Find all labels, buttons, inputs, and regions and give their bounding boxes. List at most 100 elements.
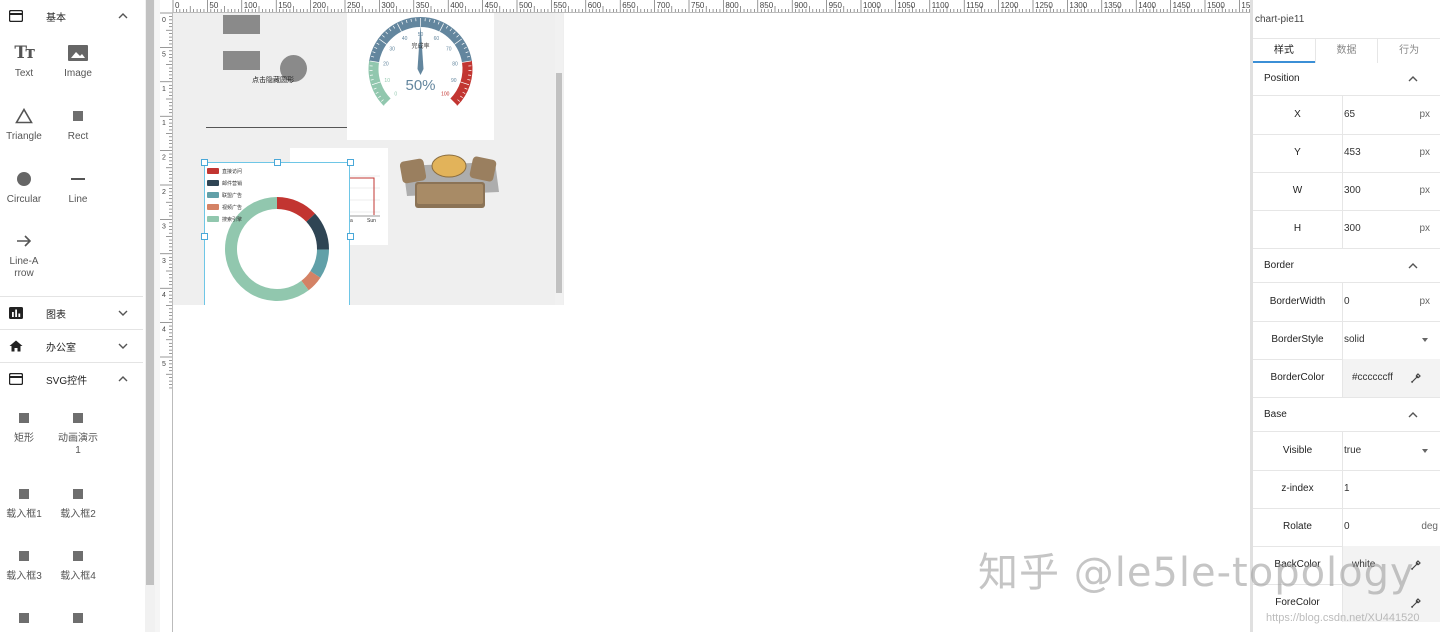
line-shape[interactable] — [206, 127, 347, 128]
resize-handle[interactable] — [201, 159, 208, 166]
group-office-header[interactable]: 办公室 — [0, 330, 143, 362]
tool-label: 矩形 — [14, 433, 34, 444]
eyedropper-icon[interactable] — [1410, 372, 1422, 384]
eyedropper-icon[interactable] — [1410, 597, 1422, 609]
palette-scrollbar[interactable] — [145, 0, 155, 632]
tool-image[interactable]: Image — [51, 42, 105, 80]
dropdown-arrow-icon[interactable] — [1422, 338, 1428, 342]
prop-unit: px — [1419, 223, 1430, 234]
height-input[interactable]: 300 — [1344, 210, 1361, 248]
tool-text[interactable]: Tт Text — [0, 42, 51, 80]
visible-select[interactable]: true — [1344, 432, 1361, 470]
tool-svg-loader2[interactable]: 载入框2 — [51, 483, 105, 521]
ruler-label: 150 — [278, 1, 292, 10]
tab-data[interactable]: 数据 — [1314, 39, 1378, 63]
prop-unit: px — [1419, 109, 1430, 120]
pie-chart[interactable]: 直接访问 邮件营销 联盟广告 视频广告 搜索引擎 — [204, 162, 350, 305]
stage-scrollbar[interactable] — [555, 13, 563, 305]
gauge-title: 完成率 — [411, 44, 430, 50]
tool-circular[interactable]: Circular — [0, 168, 51, 206]
width-input[interactable]: 300 — [1344, 172, 1361, 210]
tool-line[interactable]: Line — [51, 168, 105, 206]
scrollbar-thumb[interactable] — [556, 73, 562, 293]
ruler-label: 3 — [162, 258, 166, 265]
ruler-label: 1100 — [932, 1, 950, 10]
gauge-chart[interactable]: 0102030405060708090100 完成率 50% — [347, 13, 494, 140]
rect-icon — [0, 607, 51, 629]
section-border[interactable]: Border — [1253, 250, 1440, 283]
home-icon — [9, 340, 23, 352]
tab-behavior[interactable]: 行为 — [1377, 39, 1440, 63]
tool-svg-more1[interactable] — [0, 607, 51, 629]
click-hide-circle-label[interactable]: 点击隐藏圆形 — [252, 75, 294, 85]
scrollbar-thumb[interactable] — [146, 0, 154, 585]
legend-item[interactable]: 直接访问 — [207, 165, 242, 177]
tool-svg-more2[interactable] — [51, 607, 105, 629]
prop-row-x: X 65 px — [1253, 96, 1440, 135]
ruler-left: 0 5 1 1 2 2 3 3 4 4 5 — [160, 12, 173, 632]
prop-unit: px — [1419, 296, 1430, 307]
tool-svg-animation[interactable]: 动画演示1 — [51, 407, 105, 457]
ruler-label: 1000 — [863, 1, 881, 10]
text-icon: Tт — [14, 43, 35, 63]
legend-swatch — [207, 204, 219, 210]
border-color-input[interactable]: #ccccccff — [1352, 359, 1393, 397]
ruler-label: 4 — [162, 327, 166, 334]
dropdown-arrow-icon[interactable] — [1422, 449, 1428, 453]
group-chart-header[interactable]: 图表 — [0, 297, 143, 329]
section-title: Base — [1264, 409, 1287, 420]
group-basic-header[interactable]: 基本 — [0, 0, 143, 32]
sofa-image[interactable] — [399, 152, 503, 209]
border-width-input[interactable]: 0 — [1344, 283, 1350, 321]
prop-label: BorderWidth — [1253, 283, 1343, 321]
legend-item[interactable]: 搜索引擎 — [207, 213, 242, 225]
zindex-input[interactable]: 1 — [1344, 470, 1350, 508]
prop-row-zindex: z-index 1 — [1253, 470, 1440, 509]
legend-item[interactable]: 邮件营销 — [207, 177, 242, 189]
gauge-tick-label: 20 — [383, 62, 389, 68]
section-title: Position — [1264, 73, 1300, 84]
ruler-label: 700 — [657, 1, 671, 10]
resize-handle[interactable] — [201, 233, 208, 240]
border-style-select[interactable]: solid — [1344, 321, 1365, 359]
ruler-label: 2 — [162, 189, 166, 196]
rect-shape[interactable] — [223, 51, 260, 70]
y-input[interactable]: 453 — [1344, 134, 1361, 172]
resize-handle[interactable] — [347, 233, 354, 240]
group-svg-header[interactable]: SVG控件 — [0, 363, 143, 395]
resize-handle[interactable] — [274, 159, 281, 166]
rect-icon — [51, 105, 105, 127]
ruler-label: 1150 — [966, 1, 984, 10]
tool-svg-loader1[interactable]: 载入框1 — [0, 483, 51, 521]
tool-label: 载入框4 — [60, 571, 96, 582]
tab-style[interactable]: 样式 — [1253, 39, 1315, 63]
legend-item[interactable]: 联盟广告 — [207, 189, 242, 201]
ruler-label: 500 — [519, 1, 533, 10]
tool-triangle[interactable]: Triangle — [0, 105, 51, 143]
resize-handle[interactable] — [347, 159, 354, 166]
ruler-label: 1500 — [1207, 1, 1225, 10]
tool-line-arrow[interactable]: Line-Arrow — [0, 230, 51, 280]
x-input[interactable]: 65 — [1344, 96, 1355, 134]
ruler-label: 0 — [175, 1, 180, 10]
tool-label: Circular — [6, 194, 42, 205]
prop-label: BorderColor — [1253, 359, 1343, 397]
prop-row-y: Y 453 px — [1253, 134, 1440, 173]
tool-label: Line — [68, 194, 88, 205]
section-position[interactable]: Position — [1253, 63, 1440, 96]
tool-svg-loader3[interactable]: 载入框3 — [0, 545, 51, 583]
ruler-label: 1400 — [1138, 1, 1156, 10]
design-stage[interactable]: 点击隐藏圆形 0102030405060708090100 完成率 50% a … — [173, 13, 564, 305]
tool-svg-loader4[interactable]: 载入框4 — [51, 545, 105, 583]
ruler-label: 1350 — [1104, 1, 1122, 10]
rect-icon — [51, 407, 105, 429]
legend-item[interactable]: 视频广告 — [207, 201, 242, 213]
ruler-label: 1300 — [1069, 1, 1087, 10]
rect-shape[interactable] — [223, 15, 260, 34]
prop-row-w: W 300 px — [1253, 172, 1440, 211]
circle-icon — [0, 168, 51, 190]
rect-icon — [51, 483, 105, 505]
tool-svg-rect[interactable]: 矩形 — [0, 407, 51, 445]
section-base[interactable]: Base — [1253, 399, 1440, 432]
tool-rect[interactable]: Rect — [51, 105, 105, 143]
